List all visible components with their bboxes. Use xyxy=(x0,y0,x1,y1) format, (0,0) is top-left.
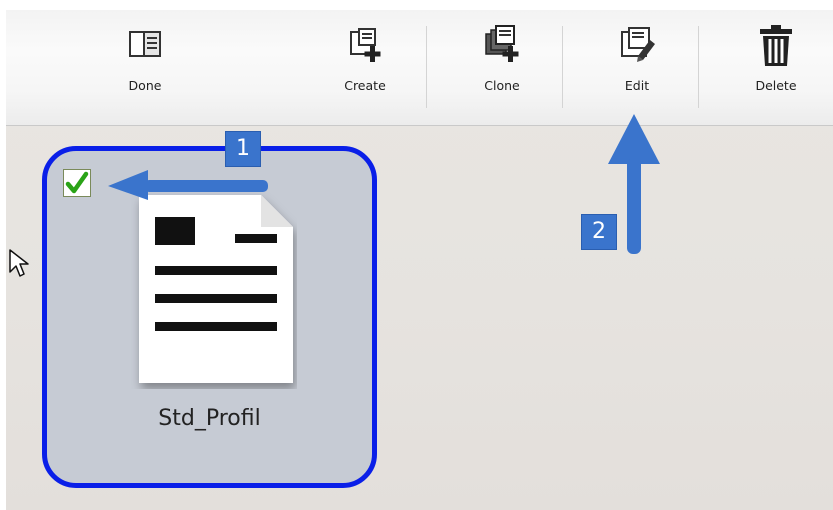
delete-label: Delete xyxy=(755,78,797,93)
create-icon xyxy=(345,24,385,64)
profile-name: Std_Profil xyxy=(158,406,261,431)
edit-icon xyxy=(617,24,657,64)
create-button[interactable]: Create xyxy=(329,24,401,119)
toolbar-separator xyxy=(426,26,427,108)
clone-label: Clone xyxy=(484,78,520,93)
done-button[interactable]: Done xyxy=(109,24,181,119)
selection-checkbox[interactable] xyxy=(63,169,91,197)
trash-icon xyxy=(756,24,796,68)
toolbar-separator xyxy=(562,26,563,108)
create-label: Create xyxy=(344,78,386,93)
annotation-step-2: 2 xyxy=(581,214,617,250)
annotation-arrow-left-icon xyxy=(106,170,276,204)
edit-label: Edit xyxy=(624,78,650,93)
toolbar-separator xyxy=(698,26,699,108)
main-area: Done Create Clone Edit Delete Std_Profil… xyxy=(6,0,833,510)
delete-button[interactable]: Delete xyxy=(738,24,814,119)
done-icon xyxy=(125,24,165,64)
annotation-step-1: 1 xyxy=(225,131,261,167)
edit-button[interactable]: Edit xyxy=(601,24,673,119)
toolbar: Done Create Clone Edit Delete xyxy=(6,10,833,126)
mouse-cursor-icon xyxy=(8,248,32,284)
clone-button[interactable]: Clone xyxy=(466,24,538,119)
document-icon xyxy=(131,189,297,393)
done-label: Done xyxy=(128,78,162,93)
clone-icon xyxy=(482,24,522,64)
top-strip xyxy=(6,0,833,10)
